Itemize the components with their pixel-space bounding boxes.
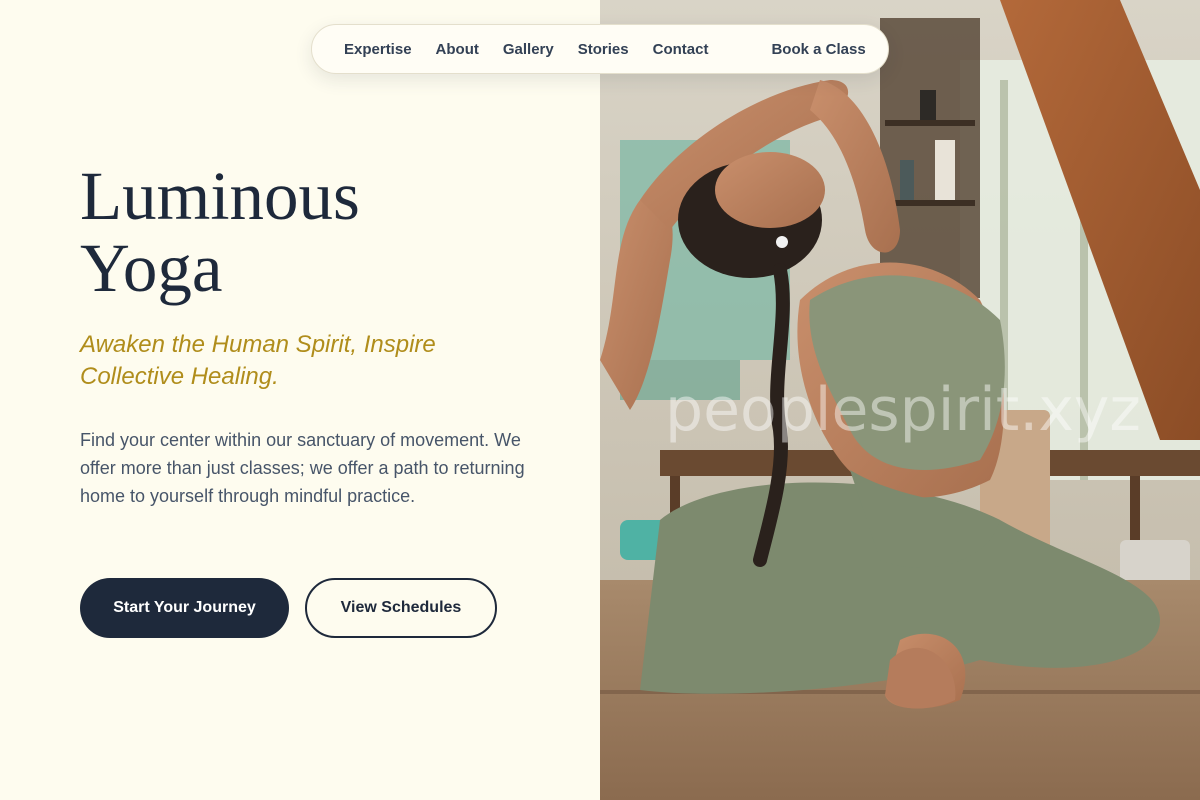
hero-tagline: Awaken the Human Spirit, Inspire Collect… [80, 331, 436, 390]
main-navigation: Expertise About Gallery Stories Contact … [311, 24, 889, 74]
nav-link-stories[interactable]: Stories [578, 41, 629, 58]
hero-photo: peoplespirit.xyz [600, 0, 1200, 800]
hero-left-column: Luminous Yoga Awaken the Human Spirit, I… [0, 0, 600, 800]
page-title-line-2: Yoga [80, 230, 223, 306]
nav-link-about[interactable]: About [436, 41, 479, 58]
nav-link-contact[interactable]: Contact [653, 41, 709, 58]
start-journey-button[interactable]: Start Your Journey [80, 578, 289, 638]
watermark-text: peoplespirit.xyz [665, 375, 1141, 445]
yoga-photo-illustration: peoplespirit.xyz [600, 0, 1200, 800]
hero-description: Find your center within our sanctuary of… [80, 430, 525, 506]
page-title-line-1: Luminous [80, 158, 360, 234]
view-schedules-button[interactable]: View Schedules [305, 578, 497, 638]
book-class-button[interactable]: Book a Class [771, 41, 865, 58]
page-title: Luminous Yoga [80, 160, 560, 304]
nav-link-gallery[interactable]: Gallery [503, 41, 554, 58]
nav-link-expertise[interactable]: Expertise [344, 41, 412, 58]
